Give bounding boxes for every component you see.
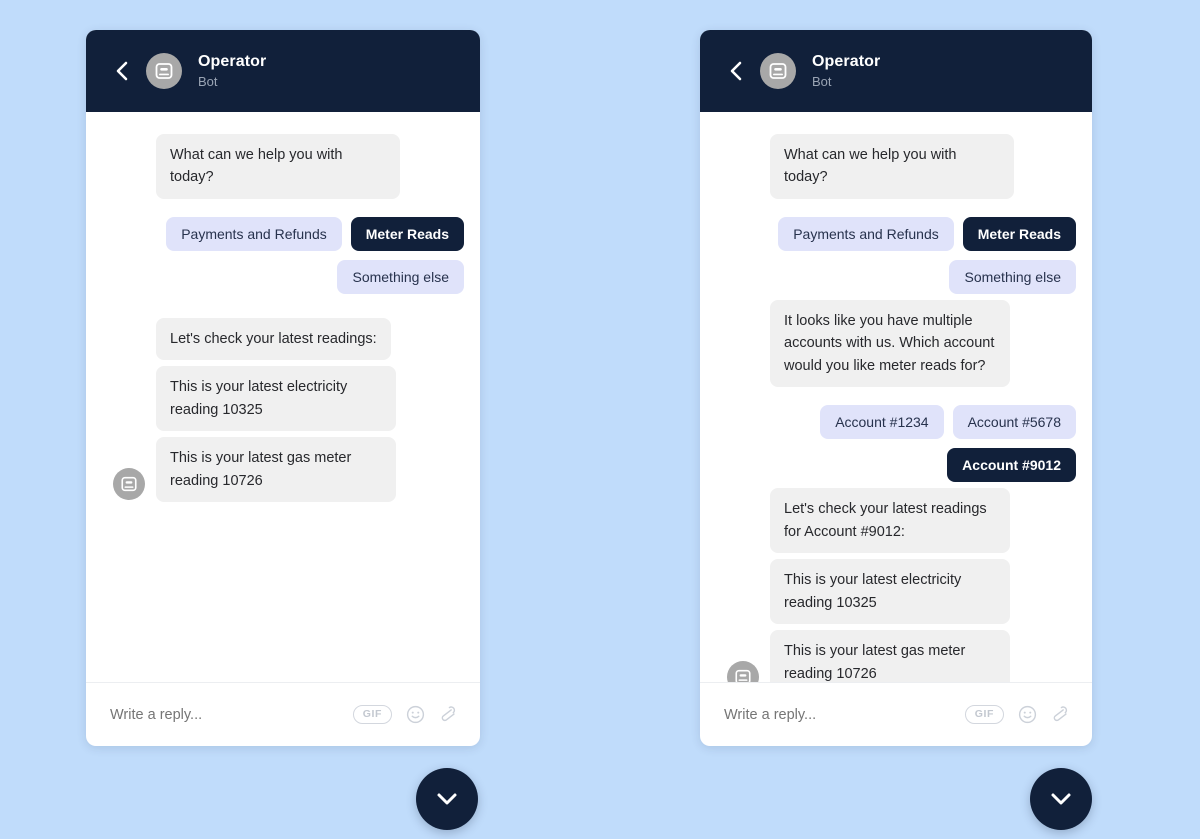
chat-header: Operator Bot [86, 30, 480, 112]
chevron-left-icon [730, 61, 741, 81]
header-subtitle: Bot [198, 73, 218, 89]
emoji-button[interactable] [1018, 705, 1037, 724]
gif-button[interactable]: GIF [352, 705, 392, 724]
messenger-panel-single-account: Operator Bot What can we help you with t… [86, 30, 480, 746]
bot-message: This is your latest electricity reading … [156, 366, 396, 432]
bot-message: Let's check your latest readings: [156, 317, 391, 361]
bot-avatar [727, 661, 759, 682]
message-group: Let's check your latest readings for Acc… [770, 488, 1076, 682]
message-row: Let's check your latest readings: This i… [102, 317, 464, 508]
messenger-panel-multi-account: Operator Bot What can we help you with t… [700, 30, 1092, 746]
messenger-launcher-button[interactable] [416, 768, 478, 830]
avatar-gutter [102, 318, 156, 508]
chip-something-else[interactable]: Something else [949, 259, 1076, 294]
bot-message: This is your latest gas meter reading 10… [770, 630, 1010, 682]
composer-bar: GIF [700, 682, 1092, 746]
reply-input[interactable] [110, 706, 343, 723]
header-text: Operator Bot [198, 52, 266, 90]
messenger-launcher-button[interactable] [1030, 768, 1092, 830]
message-group: What can we help you with today? [156, 134, 464, 205]
bot-avatar [113, 468, 145, 501]
chip-payments-and-refunds[interactable]: Payments and Refunds [166, 216, 342, 251]
gif-button[interactable]: GIF [964, 705, 1004, 724]
message-row: Let's check your latest readings for Acc… [716, 488, 1076, 682]
chevron-left-icon [116, 61, 127, 81]
quick-reply-chips: Payments and Refunds Meter Reads Somethi… [102, 216, 464, 294]
message-row: What can we help you with today? [102, 134, 464, 205]
message-group: It looks like you have multiple accounts… [770, 299, 1076, 393]
header-avatar [146, 53, 182, 89]
bot-icon [769, 63, 787, 79]
bot-message: What can we help you with today? [770, 134, 1014, 199]
bot-message: This is your latest electricity reading … [770, 559, 1010, 625]
reply-input[interactable] [724, 706, 955, 723]
back-button[interactable] [718, 54, 752, 88]
message-group: Let's check your latest readings: This i… [156, 317, 464, 508]
page-title: Operator [198, 52, 267, 70]
bot-icon [735, 670, 751, 682]
account-selection-chips: Account #1234 Account #5678 Account #901… [716, 405, 1076, 483]
header-text: Operator Bot [812, 52, 880, 90]
avatar-gutter [716, 300, 770, 393]
smiley-icon [406, 705, 425, 724]
composer-icons: GIF [964, 705, 1070, 725]
bot-message: Let's check your latest readings for Acc… [770, 488, 1010, 554]
avatar-gutter [102, 134, 156, 205]
chevron-down-icon [437, 793, 457, 805]
attachment-button[interactable] [439, 705, 458, 725]
chat-header: Operator Bot [700, 30, 1092, 112]
message-group: What can we help you with today? [770, 134, 1076, 205]
quick-reply-chips: Payments and Refunds Meter Reads Somethi… [716, 216, 1076, 294]
conversation-body: What can we help you with today? Payment… [700, 112, 1092, 682]
conversation-body: What can we help you with today? Payment… [86, 112, 480, 682]
chip-meter-reads[interactable]: Meter Reads [962, 216, 1076, 251]
bot-message: This is your latest gas meter reading 10… [156, 437, 396, 503]
emoji-button[interactable] [406, 705, 425, 724]
composer-bar: GIF [86, 682, 480, 746]
message-row: What can we help you with today? [716, 134, 1076, 205]
header-subtitle: Bot [812, 73, 832, 89]
header-avatar [760, 53, 796, 89]
chip-account-1234[interactable]: Account #1234 [820, 405, 944, 440]
chip-meter-reads[interactable]: Meter Reads [350, 216, 464, 251]
paperclip-icon [1053, 705, 1068, 721]
composer-icons: GIF [352, 705, 458, 725]
bot-message-account-prompt: It looks like you have multiple accounts… [770, 299, 1010, 388]
chip-something-else[interactable]: Something else [337, 259, 464, 294]
chip-account-5678[interactable]: Account #5678 [952, 405, 1076, 440]
bot-icon [121, 477, 137, 492]
screen: Operator Bot What can we help you with t… [0, 0, 1200, 839]
chip-account-9012[interactable]: Account #9012 [947, 448, 1076, 483]
avatar-gutter [716, 488, 770, 682]
paperclip-icon [441, 705, 456, 721]
page-title: Operator [812, 52, 881, 70]
attachment-button[interactable] [1051, 705, 1070, 725]
chevron-down-icon [1051, 793, 1071, 805]
smiley-icon [1018, 705, 1037, 724]
bot-icon [155, 63, 173, 79]
avatar-gutter [716, 134, 770, 205]
back-button[interactable] [104, 54, 138, 88]
bot-message: What can we help you with today? [156, 134, 400, 199]
chip-payments-and-refunds[interactable]: Payments and Refunds [778, 216, 954, 251]
message-row: It looks like you have multiple accounts… [716, 299, 1076, 393]
